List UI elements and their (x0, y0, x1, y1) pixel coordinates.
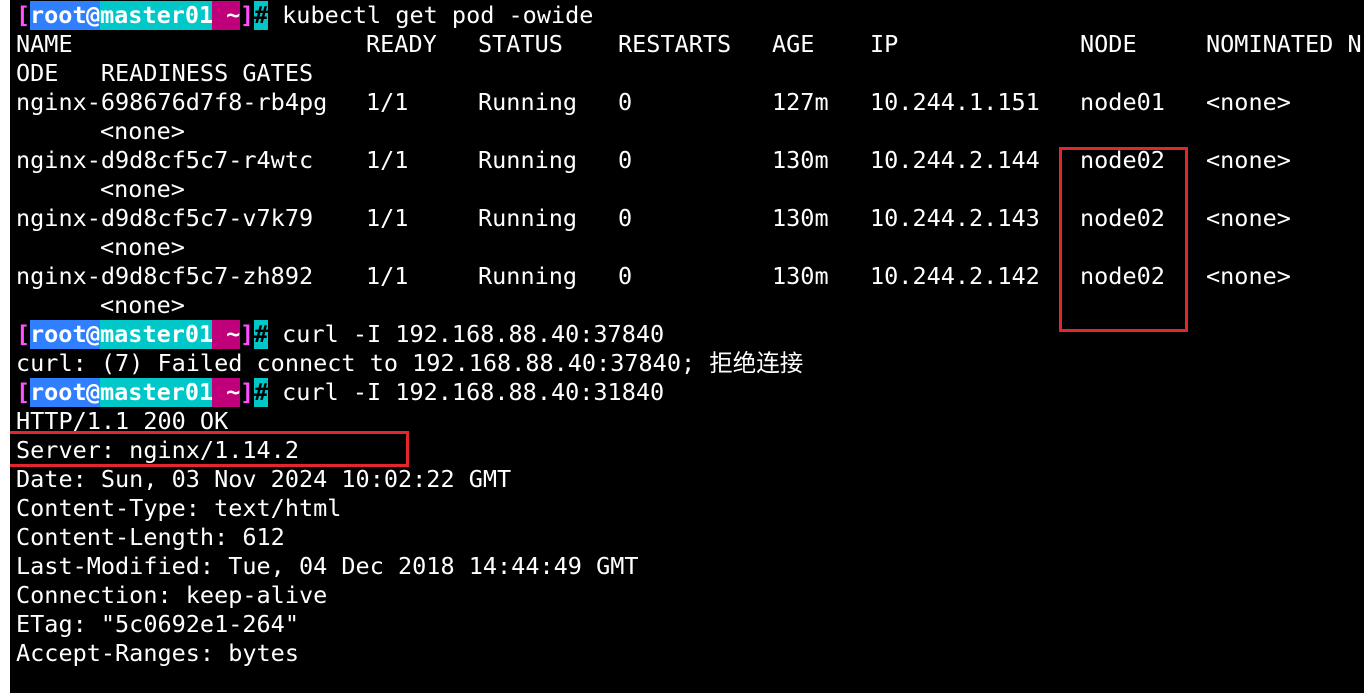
prompt-hash: # (254, 378, 269, 407)
pod-ready: 1/1 (366, 146, 409, 174)
prompt-user: root (30, 378, 87, 407)
pod-restarts: 0 (618, 262, 633, 290)
http-date-line: Date: Sun, 03 Nov 2024 10:02:22 GMT (16, 465, 511, 494)
pod-ready: 1/1 (366, 262, 409, 290)
pod-status: Running (478, 146, 578, 174)
pod-name: nginx-d9d8cf5c7-zh892 (16, 262, 314, 290)
prompt-hash: # (254, 320, 269, 349)
pod-name: nginx-698676d7f8-rb4pg (16, 88, 328, 116)
http-connection-line: Connection: keep-alive (16, 581, 327, 610)
pod-age: 130m (772, 262, 829, 290)
header-ip: IP (870, 30, 899, 58)
table-row: nginx-d9d8cf5c7-zh892 1/1 Running 0 130m… (16, 262, 1291, 291)
http-line: Last-Modified: Tue, 04 Dec 2018 14:44:49… (16, 552, 639, 580)
curl-error-text: curl: (7) Failed connect to 192.168.88.4… (16, 349, 804, 377)
table-row-wrap: <none> (16, 233, 185, 262)
pod-status: Running (478, 204, 578, 232)
prompt-line-curl-bad: [ root @ master01 ~ ] # curl -I 192.168.… (16, 320, 664, 349)
prompt-close-bracket: ] (240, 1, 255, 29)
table-header-wrap: ODE READINESS GATES (16, 59, 313, 88)
pod-age: 130m (772, 146, 829, 174)
http-line: Date: Sun, 03 Nov 2024 10:02:22 GMT (16, 465, 512, 493)
pod-readiness-gates: <none> (100, 291, 185, 319)
prompt-at: @ (86, 1, 101, 30)
pod-name: nginx-d9d8cf5c7-r4wtc (16, 146, 314, 174)
header-nominated: NOMINATED N (1206, 30, 1362, 58)
http-content-length-line: Content-Length: 612 (16, 523, 285, 552)
prompt-line-kubectl: [ root @ master01 ~ ] # kubectl get pod … (16, 1, 593, 30)
http-line: Content-Type: text/html (16, 494, 342, 522)
prompt-line-curl-good: [ root @ master01 ~ ] # curl -I 192.168.… (16, 378, 664, 407)
node02-highlight-box (1059, 147, 1188, 332)
pod-ready: 1/1 (366, 88, 409, 116)
header-ready: READY (366, 30, 437, 58)
pod-nominated: <none> (1206, 204, 1291, 232)
pod-readiness-gates: <none> (100, 117, 185, 145)
header-node: NODE (1080, 30, 1137, 58)
table-row: nginx-d9d8cf5c7-r4wtc 1/1 Running 0 130m… (16, 146, 1291, 175)
pod-name: nginx-d9d8cf5c7-v7k79 (16, 204, 314, 232)
prompt-at: @ (86, 378, 101, 407)
prompt-user: root (30, 1, 87, 30)
prompt-close-bracket: ] (240, 378, 255, 406)
pod-restarts: 0 (618, 88, 633, 116)
http-content-type-line: Content-Type: text/html (16, 494, 341, 523)
prompt-host: master01 (100, 320, 214, 349)
prompt-host: master01 (100, 378, 214, 407)
terminal-window[interactable]: [ root @ master01 ~ ] # kubectl get pod … (10, 0, 1364, 693)
pod-restarts: 0 (618, 146, 633, 174)
http-etag-line: ETag: "5c0692e1-264" (16, 610, 299, 639)
header-name: NAME (16, 30, 73, 58)
prompt-dir: ~ (212, 1, 241, 30)
http-accept-ranges-line: Accept-Ranges: bytes (16, 639, 299, 668)
header-age: AGE (772, 30, 815, 58)
pod-age: 130m (772, 204, 829, 232)
http-last-modified-line: Last-Modified: Tue, 04 Dec 2018 14:44:49… (16, 552, 639, 581)
prompt-dir: ~ (212, 378, 241, 407)
prompt-hash: # (254, 1, 269, 30)
pod-ip: 10.244.2.143 (870, 204, 1040, 232)
http-line: Content-Length: 612 (16, 523, 285, 551)
pod-nominated: <none> (1206, 88, 1291, 116)
pod-node: node01 (1080, 88, 1165, 116)
command-curl-good: curl -I 192.168.88.40:31840 (268, 378, 665, 406)
server-header-highlight-box (10, 431, 409, 467)
prompt-open-bracket: [ (16, 1, 31, 29)
table-row-wrap: <none> (16, 117, 185, 146)
http-line: Connection: keep-alive (16, 581, 328, 609)
pod-restarts: 0 (618, 204, 633, 232)
table-row: nginx-d9d8cf5c7-v7k79 1/1 Running 0 130m… (16, 204, 1291, 233)
pod-ip: 10.244.2.144 (870, 146, 1040, 174)
table-row: nginx-698676d7f8-rb4pg 1/1 Running 0 127… (16, 88, 1291, 117)
pod-age: 127m (772, 88, 829, 116)
pod-nominated: <none> (1206, 146, 1291, 174)
header-status: STATUS (478, 30, 563, 58)
curl-error-line: curl: (7) Failed connect to 192.168.88.4… (16, 349, 803, 378)
prompt-at: @ (86, 320, 101, 349)
pod-status: Running (478, 262, 578, 290)
pod-nominated: <none> (1206, 262, 1291, 290)
pod-ip: 10.244.1.151 (870, 88, 1040, 116)
prompt-open-bracket: [ (16, 320, 31, 348)
http-line: ETag: "5c0692e1-264" (16, 610, 299, 638)
table-row-wrap: <none> (16, 175, 185, 204)
command-kubectl: kubectl get pod -owide (268, 1, 594, 29)
pod-status: Running (478, 88, 578, 116)
pod-ready: 1/1 (366, 204, 409, 232)
prompt-close-bracket: ] (240, 320, 255, 348)
prompt-host: master01 (100, 1, 214, 30)
pod-ip: 10.244.2.142 (870, 262, 1040, 290)
header-wrap-text: ODE READINESS GATES (16, 59, 314, 87)
prompt-open-bracket: [ (16, 378, 31, 406)
pod-readiness-gates: <none> (100, 175, 185, 203)
header-restarts: RESTARTS (618, 30, 732, 58)
table-row-wrap: <none> (16, 291, 185, 320)
pod-readiness-gates: <none> (100, 233, 185, 261)
http-line: Accept-Ranges: bytes (16, 639, 299, 667)
prompt-dir: ~ (212, 320, 241, 349)
prompt-user: root (30, 320, 87, 349)
table-header: NAME READY STATUS RESTARTS AGE IP NODE N… (16, 30, 1362, 59)
command-curl-bad: curl -I 192.168.88.40:37840 (268, 320, 665, 348)
